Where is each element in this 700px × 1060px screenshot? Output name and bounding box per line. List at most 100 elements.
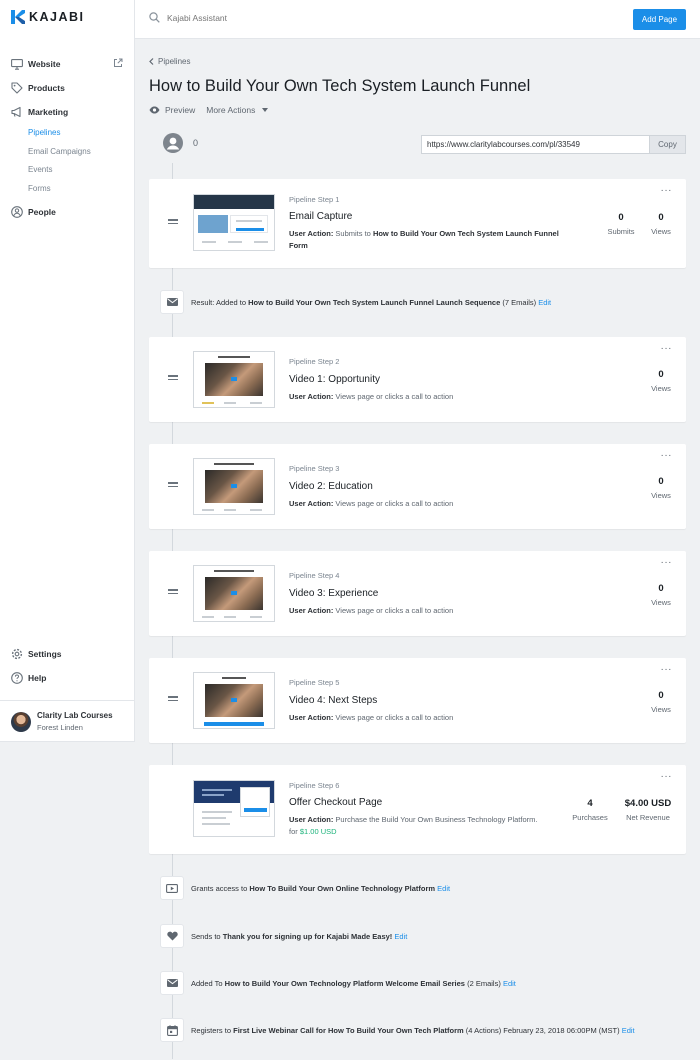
- monitor-icon: [11, 58, 23, 70]
- page-thumbnail[interactable]: [193, 672, 275, 729]
- sidebar-item-marketing[interactable]: Marketing: [0, 100, 134, 124]
- more-options-icon[interactable]: ···: [661, 344, 673, 354]
- more-actions-dropdown[interactable]: More Actions: [206, 105, 269, 115]
- page-thumbnail[interactable]: [193, 565, 275, 622]
- sidebar-item-people[interactable]: People: [0, 200, 134, 224]
- stat-views: 0 Views: [651, 212, 671, 236]
- lead-count: 0: [193, 138, 199, 148]
- stat-net-revenue: $4.00 USD Net Revenue: [624, 798, 672, 822]
- step-title[interactable]: Video 3: Experience: [289, 588, 378, 599]
- step-label: Pipeline Step 1: [289, 195, 340, 204]
- preview-label: Preview: [165, 105, 196, 115]
- search-icon: [149, 12, 160, 23]
- step-label: Pipeline Step 4: [289, 571, 340, 580]
- person-icon: [11, 206, 23, 218]
- sidebar-nav: Website Products Marketing Pipelines Ema…: [0, 52, 134, 224]
- step-title[interactable]: Video 4: Next Steps: [289, 695, 377, 706]
- topbar: Add Page: [135, 0, 700, 39]
- sidebar-item-settings[interactable]: Settings: [0, 642, 134, 666]
- sidebar-subitem-forms[interactable]: Forms: [0, 180, 134, 199]
- sidebar-item-label: Settings: [28, 649, 62, 659]
- drag-handle-icon[interactable]: [168, 589, 178, 596]
- pipeline-connector: [172, 422, 173, 444]
- pipeline-connector: [172, 163, 173, 179]
- offer-price: $1.00 USD: [299, 827, 337, 836]
- step-title[interactable]: Offer Checkout Page: [289, 797, 382, 808]
- more-options-icon[interactable]: ···: [661, 186, 673, 196]
- step-label: Pipeline Step 2: [289, 357, 340, 366]
- edit-link[interactable]: Edit: [503, 979, 516, 988]
- sidebar-item-label: Website: [28, 59, 61, 69]
- more-options-icon[interactable]: ···: [661, 665, 673, 675]
- stat-submits: 0 Submits: [607, 212, 635, 236]
- external-link-icon[interactable]: [113, 58, 123, 70]
- step-label: Pipeline Step 6: [289, 781, 340, 790]
- sidebar-item-website[interactable]: Website: [0, 52, 134, 76]
- page-thumbnail[interactable]: [193, 351, 275, 408]
- account-switcher[interactable]: Clarity Lab Courses Forest Linden: [0, 700, 134, 742]
- sidebar-subitem-pipelines[interactable]: Pipelines: [0, 124, 134, 143]
- mail-icon: [160, 290, 184, 314]
- assistant-search: [149, 12, 347, 23]
- preview-button[interactable]: Preview: [149, 105, 195, 115]
- pipeline-connector: [172, 529, 173, 551]
- edit-link[interactable]: Edit: [622, 1026, 635, 1035]
- step-user-action: User Action: Submits to How to Build You…: [289, 229, 559, 250]
- sidebar-item-label: People: [28, 207, 56, 217]
- help-icon: [11, 672, 23, 684]
- page-thumbnail[interactable]: [193, 458, 275, 515]
- page-thumbnail[interactable]: [193, 780, 275, 837]
- breadcrumb[interactable]: Pipelines: [149, 57, 190, 66]
- eye-icon: [149, 106, 160, 114]
- sidebar: KAJABI Website Products Marketing Pipeli…: [0, 0, 135, 742]
- pipeline-event: Added To How to Build Your Own Technolog…: [149, 971, 686, 995]
- step-user-action: User Action: Views page or clicks a call…: [289, 606, 454, 615]
- sidebar-item-label: Marketing: [28, 107, 69, 117]
- event-text: Grants access to How To Build Your Own O…: [191, 883, 451, 893]
- brand-name: KAJABI: [29, 10, 85, 24]
- drag-handle-icon[interactable]: [168, 219, 178, 226]
- pipeline-url-input[interactable]: [421, 135, 649, 154]
- stat-views: 0 Views: [651, 369, 671, 393]
- sidebar-item-products[interactable]: Products: [0, 76, 134, 100]
- pipeline-url-box: Copy: [421, 135, 686, 154]
- step-title[interactable]: Video 1: Opportunity: [289, 374, 380, 385]
- step-title[interactable]: Video 2: Education: [289, 481, 373, 492]
- breadcrumb-pipelines[interactable]: Pipelines: [158, 57, 190, 66]
- sidebar-item-help[interactable]: Help: [0, 666, 134, 690]
- pipeline-result-event: Result: Added to How to Build Your Own T…: [149, 290, 686, 314]
- sidebar-subitem-email-campaigns[interactable]: Email Campaigns: [0, 143, 134, 162]
- stat-views: 0 Views: [651, 476, 671, 500]
- kajabi-k-icon: [11, 10, 25, 24]
- edit-link[interactable]: Edit: [394, 932, 407, 941]
- event-text: Registers to First Live Webinar Call for…: [191, 1025, 635, 1035]
- more-options-icon[interactable]: ···: [661, 451, 673, 461]
- pipeline-step-card: Pipeline Step 2 Video 1: Opportunity Use…: [149, 337, 686, 422]
- page-actions: Preview More Actions: [149, 105, 279, 115]
- page-title: How to Build Your Own Tech System Launch…: [149, 77, 531, 95]
- step-user-action: User Action: Views page or clicks a call…: [289, 499, 454, 508]
- kajabi-logo[interactable]: KAJABI: [11, 10, 85, 24]
- search-input[interactable]: [167, 12, 347, 23]
- pipeline-connector: [172, 743, 173, 765]
- more-options-icon[interactable]: ···: [661, 772, 673, 782]
- pipeline-step-card: Pipeline Step 5 Video 4: Next Steps User…: [149, 658, 686, 743]
- more-options-icon[interactable]: ···: [661, 558, 673, 568]
- step-label: Pipeline Step 3: [289, 464, 340, 473]
- drag-handle-icon[interactable]: [168, 696, 178, 703]
- step-title[interactable]: Email Capture: [289, 211, 352, 222]
- page-thumbnail[interactable]: [193, 194, 275, 251]
- drag-handle-icon[interactable]: [168, 375, 178, 382]
- mail-icon: [160, 971, 184, 995]
- edit-link[interactable]: Edit: [538, 298, 551, 307]
- more-actions-label: More Actions: [206, 105, 256, 115]
- pipeline-event: Grants access to How To Build Your Own O…: [149, 876, 686, 900]
- gear-icon: [11, 648, 23, 660]
- drag-handle-icon[interactable]: [168, 482, 178, 489]
- add-page-button[interactable]: Add Page: [633, 9, 686, 30]
- sidebar-subitem-events[interactable]: Events: [0, 161, 134, 180]
- copy-button[interactable]: Copy: [649, 135, 686, 154]
- sidebar-item-label: Products: [28, 83, 65, 93]
- edit-link[interactable]: Edit: [437, 884, 450, 893]
- megaphone-icon: [11, 106, 23, 118]
